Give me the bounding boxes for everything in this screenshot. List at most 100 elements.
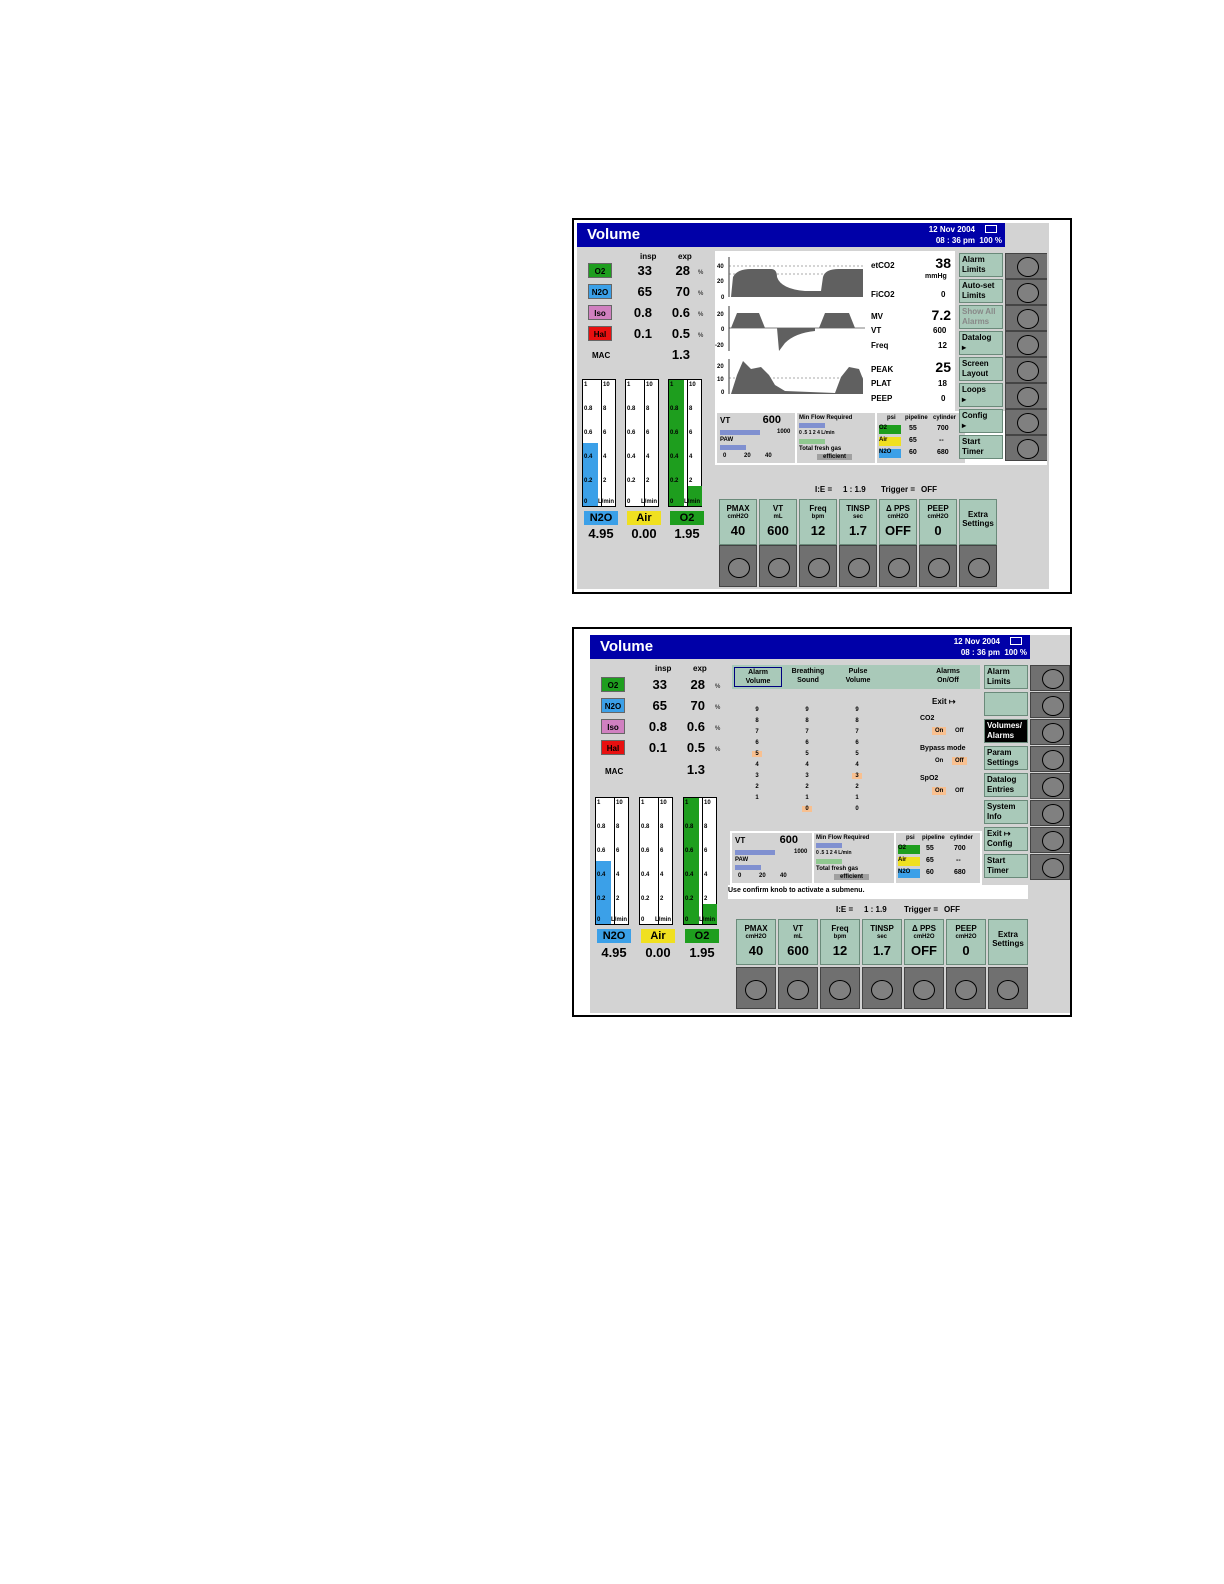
gas-label-o2: O2 [588,263,612,278]
spo2-off[interactable]: Off [952,787,967,795]
paw-waveform [731,361,863,394]
setting-knob[interactable] [759,545,797,587]
selected-value[interactable]: 0 [802,806,812,812]
co2-on[interactable]: On [932,727,947,735]
title-bar: Volume 12 Nov 2004 08 : 36 pm 100 % [590,635,1030,659]
side-knob[interactable] [1030,746,1070,772]
menu-alarm-limits[interactable]: Alarm Limits [959,253,1003,277]
bypass-off[interactable]: Off [952,757,967,765]
menu-exit-config[interactable]: Exit ↦ Config [984,827,1028,851]
side-knob[interactable] [1005,305,1049,331]
side-knob[interactable] [1030,827,1070,853]
flowmeter-tube-o2: 1 0.8 0.6 0.4 0.2 0 10 8 6 4 2 L/min [683,797,717,925]
menu-start-timer[interactable]: Start Timer [959,435,1003,459]
setting-knob[interactable] [988,967,1028,1009]
setting-knob[interactable] [820,967,860,1009]
setting-extra[interactable]: Extra Settings [988,919,1028,965]
setting-knob[interactable] [736,967,776,1009]
setting-vt[interactable]: VT mL 600 [759,499,797,545]
gas-label-iso: Iso [588,305,612,320]
time-label: 08 : 36 pm [960,648,1000,657]
setting-knob[interactable] [719,545,757,587]
side-knob[interactable] [1030,719,1070,745]
gas-label-n2o: N2O [588,284,612,299]
setting-knob[interactable] [862,967,902,1009]
side-knob[interactable] [1005,435,1049,461]
spo2-on[interactable]: On [932,787,947,795]
tab-alarm-volume[interactable]: Alarm Volume [734,667,782,687]
side-knob[interactable] [1005,409,1049,435]
selected-value[interactable]: 5 [752,751,762,757]
setting-knob[interactable] [879,545,917,587]
setting-knob[interactable] [919,545,957,587]
menu-volumes-alarms[interactable]: Volumes/ Alarms [984,719,1028,743]
side-knob[interactable] [1030,665,1070,691]
setting-pmax[interactable]: PMAX cmH2O 40 [736,919,776,965]
setting-freq[interactable]: Freq bpm 12 [820,919,860,965]
battery-percent: 100 % [1004,648,1027,657]
menu-loops[interactable]: Loops ▸ [959,383,1003,407]
menu-system-info[interactable]: System Info [984,800,1028,824]
setting-delta-pps[interactable]: Δ PPS cmH2O OFF [879,499,917,545]
exit-label[interactable]: Exit ↦ [932,697,956,706]
mac-label: MAC [592,351,611,360]
gas-insp-value: 65 [637,284,652,299]
setting-knob[interactable] [946,967,986,1009]
setting-vt[interactable]: VT mL 600 [778,919,818,965]
trigger-label: Trigger = [881,485,916,494]
flowmeter-label-air: Air [641,929,675,943]
paw-tick: 20 [717,364,724,370]
setting-delta-pps[interactable]: Δ PPS cmH2O OFF [904,919,944,965]
setting-extra[interactable]: Extra Settings [959,499,997,545]
setting-peep[interactable]: PEEP cmH2O 0 [946,919,986,965]
time-label: 08 : 36 pm [935,236,975,245]
selected-value[interactable]: 3 [852,773,862,779]
menu-datalog-entries[interactable]: Datalog Entries [984,773,1028,797]
setting-pmax[interactable]: PMAX cmH2O 40 [719,499,757,545]
setting-knob[interactable] [839,545,877,587]
gas-exp-value: 0.6 [671,305,690,320]
flow-fill [669,380,684,506]
menu-alarm-limits[interactable]: Alarm Limits [984,665,1028,689]
side-knob[interactable] [1005,253,1049,279]
side-knob[interactable] [1005,357,1049,383]
side-knob[interactable] [1030,854,1070,880]
menu-config[interactable]: Config ▸ [959,409,1003,433]
menu-datalog[interactable]: Datalog ▸ [959,331,1003,355]
flowmeter-label-o2: O2 [685,929,719,943]
side-knob[interactable] [1030,800,1070,826]
battery-icon [1010,637,1022,645]
setting-knob[interactable] [959,545,997,587]
tab-pulse-volume[interactable]: Pulse Volume [834,667,882,687]
side-knob[interactable] [1030,692,1070,718]
bypass-on[interactable]: On [932,757,946,765]
side-knob[interactable] [1005,279,1049,305]
side-knob[interactable] [1030,773,1070,799]
paw-label: PAW [720,437,734,443]
setting-tinsp[interactable]: TINSP sec 1.7 [862,919,902,965]
side-knob[interactable] [1005,331,1049,357]
setting-tinsp[interactable]: TINSP sec 1.7 [839,499,877,545]
setting-knob[interactable] [799,545,837,587]
menu-start-timer[interactable]: Start Timer [984,854,1028,878]
co2-off[interactable]: Off [952,727,967,735]
menu-show-all-alarms[interactable]: Show All Alarms [959,305,1003,329]
setting-peep[interactable]: PEEP cmH2O 0 [919,499,957,545]
side-knob[interactable] [1005,383,1049,409]
menu-auto-set-limits[interactable]: Auto-set Limits [959,279,1003,303]
tab-alarms-on-off[interactable]: Alarms On/Off [924,667,972,687]
flowmeter-tube-o2: 1 0.8 0.6 0.4 0.2 0 10 8 6 4 2 L/min [668,379,702,507]
menu-param-settings[interactable]: Param Settings [984,746,1028,770]
setting-knob[interactable] [778,967,818,1009]
freq-value: 12 [938,341,947,350]
monitor-screen: Volume 12 Nov 2004 08 : 36 pm 100 % insp… [577,223,1049,589]
tab-breathing-sound[interactable]: Breathing Sound [784,667,832,687]
menu-blank[interactable] [984,692,1028,716]
menu-screen-layout[interactable]: Screen Layout [959,357,1003,381]
insp-header: insp [655,664,672,673]
setting-freq[interactable]: Freq bpm 12 [799,499,837,545]
setting-knob[interactable] [904,967,944,1009]
insp-header: insp [640,252,657,261]
flowmeter-panel: 1 0.8 0.6 0.4 0.2 0 10 8 6 4 2 L/min 1 0… [580,371,710,547]
gas-label-o2: O2 [601,677,625,692]
